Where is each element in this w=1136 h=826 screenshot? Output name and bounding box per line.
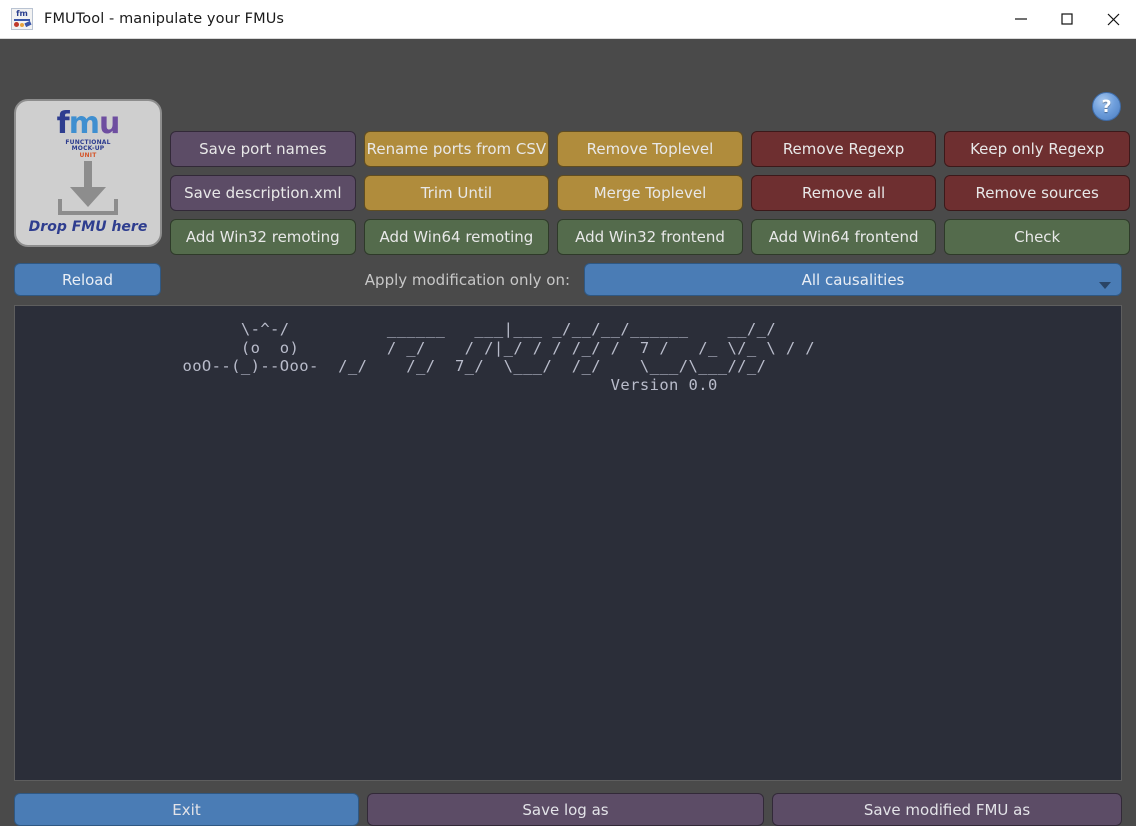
fmu-sub-line3: UNIT	[79, 151, 97, 159]
check-button[interactable]: Check	[944, 219, 1130, 255]
button-row-2: Save description.xml Trim Until Merge To…	[170, 175, 1130, 211]
save-log-as-button[interactable]: Save log as	[367, 793, 764, 826]
exit-button[interactable]: Exit	[14, 793, 359, 826]
save-modified-fmu-as-button[interactable]: Save modified FMU as	[772, 793, 1122, 826]
causality-selected-value: All causalities	[801, 270, 905, 289]
save-description-xml-button[interactable]: Save description.xml	[170, 175, 356, 211]
add-win32-frontend-button[interactable]: Add Win32 frontend	[557, 219, 743, 255]
remove-toplevel-button[interactable]: Remove Toplevel	[557, 131, 743, 167]
reload-button[interactable]: Reload	[14, 263, 161, 296]
window-controls	[998, 0, 1136, 38]
add-win64-frontend-button[interactable]: Add Win64 frontend	[750, 219, 937, 255]
remove-regexp-button[interactable]: Remove Regexp	[750, 131, 937, 167]
apply-modification-row: Reload Apply modification only on: All c…	[14, 263, 1122, 296]
fmu-logo: fmu	[56, 106, 121, 141]
maximize-icon[interactable]	[1044, 0, 1090, 38]
window-title: FMUTool - manipulate your FMUs	[44, 11, 285, 27]
button-row-1: Save port names Rename ports from CSV Re…	[170, 131, 1130, 167]
help-button[interactable]: ?	[1092, 92, 1121, 121]
download-arrow-icon	[56, 161, 120, 217]
chevron-down-icon	[1099, 282, 1111, 289]
merge-toplevel-button[interactable]: Merge Toplevel	[557, 175, 743, 211]
trim-until-button[interactable]: Trim Until	[363, 175, 550, 211]
add-win32-remoting-button[interactable]: Add Win32 remoting	[170, 219, 356, 255]
ascii-art-banner: \-^-/ ______ ___|___ _/__/__/______ __/_…	[182, 320, 816, 394]
add-win64-remoting-button[interactable]: Add Win64 remoting	[363, 219, 550, 255]
rename-ports-from-csv-button[interactable]: Rename ports from CSV	[363, 131, 550, 167]
log-output-panel[interactable]: \-^-/ ______ ___|___ _/__/__/______ __/_…	[14, 305, 1122, 781]
apply-modification-label: Apply modification only on:	[364, 270, 570, 289]
dropzone-caption: Drop FMU here	[28, 219, 148, 236]
fmu-logo-subtitle: FUNCTIONAL MOCK-UP UNIT	[65, 139, 110, 159]
keep-only-regexp-button[interactable]: Keep only Regexp	[944, 131, 1130, 167]
app-body: ? fmu FUNCTIONAL MOCK-UP UNIT Drop FMU h…	[0, 39, 1136, 826]
remove-sources-button[interactable]: Remove sources	[944, 175, 1130, 211]
button-row-3: Add Win32 remoting Add Win64 remoting Ad…	[170, 219, 1130, 255]
close-icon[interactable]	[1090, 0, 1136, 38]
remove-all-button[interactable]: Remove all	[750, 175, 937, 211]
minimize-icon[interactable]	[998, 0, 1044, 38]
save-port-names-button[interactable]: Save port names	[170, 131, 356, 167]
action-button-grid: Save port names Rename ports from CSV Re…	[170, 131, 1130, 255]
fmutool-app-icon: fm	[11, 8, 33, 30]
bottom-action-bar: Exit Save log as Save modified FMU as	[14, 793, 1122, 826]
fmu-dropzone[interactable]: fmu FUNCTIONAL MOCK-UP UNIT Drop FMU her…	[14, 99, 162, 247]
causality-select[interactable]: All causalities	[584, 263, 1122, 296]
window-titlebar: fm FMUTool - manipulate your FMUs	[0, 0, 1136, 39]
